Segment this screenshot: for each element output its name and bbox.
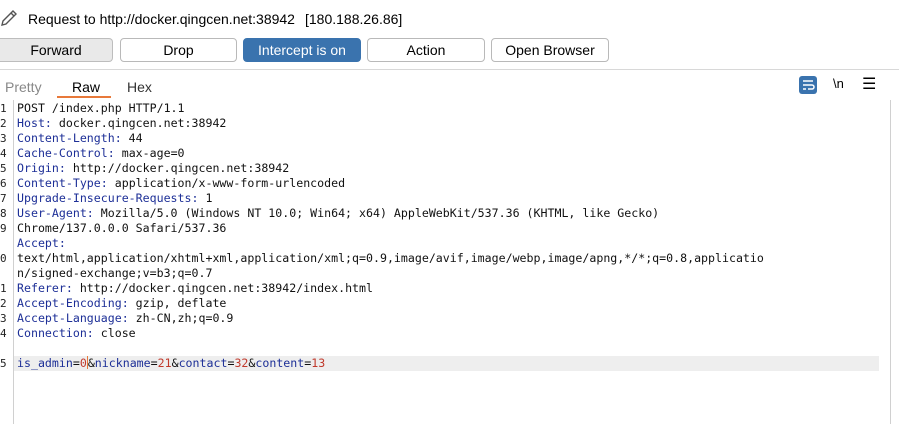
view-tabs: Pretty Raw Hex xyxy=(0,72,899,98)
editor-line[interactable]: Accept-Encoding: gzip, deflate xyxy=(17,296,226,311)
line-number: 4 xyxy=(0,147,7,160)
line-number: 8 xyxy=(0,207,7,220)
header-name: Referer: xyxy=(17,281,73,295)
editor-scrollbar[interactable] xyxy=(890,100,891,424)
editor-line[interactable]: Connection: close xyxy=(17,326,136,341)
line-number: 2 xyxy=(0,117,7,130)
editor-line[interactable]: Accept-Language: zh-CN,zh;q=0.9 xyxy=(17,311,233,326)
menu-icon[interactable]: ☰ xyxy=(862,74,876,94)
header-value: Mozilla/5.0 (Windows NT 10.0; Win64; x64… xyxy=(93,206,660,220)
request-ip: [180.188.26.86] xyxy=(304,11,403,27)
header-value: close xyxy=(93,326,136,340)
editor-line[interactable]: POST /index.php HTTP/1.1 xyxy=(17,101,185,116)
editor-line[interactable]: Content-Length: 44 xyxy=(17,131,143,146)
body-param-value: 32 xyxy=(234,356,249,370)
line-number: 2 xyxy=(0,297,7,310)
header-name: Upgrade-Insecure-Requests: xyxy=(17,191,199,205)
line-number: 0 xyxy=(0,252,7,265)
line-number: 6 xyxy=(0,177,7,190)
header-name: Accept-Language: xyxy=(17,311,129,325)
header-name: Origin: xyxy=(17,161,66,175)
header-value: 44 xyxy=(121,131,143,145)
request-header: Request to http://docker.qingcen.net:389… xyxy=(0,0,899,40)
param-equals: = xyxy=(72,356,80,370)
param-separator: & xyxy=(171,356,179,370)
header-value: max-age=0 xyxy=(114,146,185,160)
header-name: Cache-Control: xyxy=(17,146,115,160)
active-tab-indicator xyxy=(57,96,111,98)
newline-toggle-icon[interactable]: \n xyxy=(833,76,844,91)
header-name: Host: xyxy=(17,116,52,130)
editor-line[interactable]: User-Agent: Mozilla/5.0 (Windows NT 10.0… xyxy=(17,206,659,221)
header-value: application/x-www-form-urlencoded xyxy=(107,176,346,190)
tab-hex[interactable]: Hex xyxy=(127,79,152,95)
header-value: docker.qingcen.net:38942 xyxy=(51,116,227,130)
header-name: Accept-Encoding: xyxy=(17,296,129,310)
editor-line[interactable]: text/html,application/xhtml+xml,applicat… xyxy=(17,251,764,266)
header-name: Content-Type: xyxy=(17,176,108,190)
body-param-name: contact xyxy=(178,356,228,370)
header-name: Accept: xyxy=(17,236,66,250)
header-value: http://docker.qingcen.net:38942/index.ht… xyxy=(72,281,373,295)
editor-line[interactable]: Upgrade-Insecure-Requests: 1 xyxy=(17,191,212,206)
body-param-value: 21 xyxy=(157,356,172,370)
request-url: Request to http://docker.qingcen.net:389… xyxy=(28,11,295,27)
line-number: 4 xyxy=(0,327,7,340)
header-value: zh-CN,zh;q=0.9 xyxy=(128,311,234,325)
editor-line[interactable]: Host: docker.qingcen.net:38942 xyxy=(17,116,226,131)
line-number: 1 xyxy=(0,102,7,115)
line-number: 5 xyxy=(0,162,7,175)
line-number: 1 xyxy=(0,282,7,295)
editor-line[interactable]: Cache-Control: max-age=0 xyxy=(17,146,185,161)
body-param-name: nickname xyxy=(94,356,151,370)
header-name: Content-Length: xyxy=(17,131,122,145)
param-equals: = xyxy=(150,356,158,370)
editor-line[interactable]: n/signed-exchange;v=b3;q=0.7 xyxy=(17,266,212,281)
tab-pretty[interactable]: Pretty xyxy=(5,79,42,95)
tab-raw[interactable]: Raw xyxy=(72,79,100,95)
body-param-name: content xyxy=(255,356,305,370)
header-value: 1 xyxy=(198,191,213,205)
editor-line[interactable]: Referer: http://docker.qingcen.net:38942… xyxy=(17,281,373,296)
intercept-toggle-button[interactable]: Intercept is on xyxy=(243,38,361,62)
header-name: User-Agent: xyxy=(17,206,94,220)
param-separator: & xyxy=(87,356,95,370)
line-number: 9 xyxy=(0,222,7,235)
editor-line[interactable]: Chrome/137.0.0.0 Safari/537.36 xyxy=(17,221,226,236)
toolbar-divider xyxy=(0,69,899,70)
action-button[interactable]: Action xyxy=(367,38,485,62)
header-value: gzip, deflate xyxy=(128,296,227,310)
header-name: Connection: xyxy=(17,326,94,340)
open-browser-button[interactable]: Open Browser xyxy=(491,38,609,62)
editor-line[interactable]: Origin: http://docker.qingcen.net:38942 xyxy=(17,161,289,176)
editor-line[interactable]: Content-Type: application/x-www-form-url… xyxy=(17,176,345,191)
header-value: http://docker.qingcen.net:38942 xyxy=(65,161,290,175)
line-number: 3 xyxy=(0,312,7,325)
editor-line[interactable]: is_admin=0&nickname=21&contact=32&conten… xyxy=(17,356,325,371)
body-param-value: 0 xyxy=(79,356,87,370)
body-param-name: is_admin xyxy=(17,356,73,370)
forward-button[interactable]: Forward xyxy=(0,38,113,62)
word-wrap-icon[interactable] xyxy=(799,76,817,94)
line-number: 5 xyxy=(0,357,7,370)
request-title: Request to http://docker.qingcen.net:389… xyxy=(28,11,402,27)
line-number: 7 xyxy=(0,192,7,205)
line-number: 3 xyxy=(0,132,7,145)
drop-button[interactable]: Drop xyxy=(120,38,237,62)
pencil-icon xyxy=(1,10,17,26)
editor-line[interactable]: Accept: xyxy=(17,236,66,251)
body-param-value: 13 xyxy=(311,356,326,370)
